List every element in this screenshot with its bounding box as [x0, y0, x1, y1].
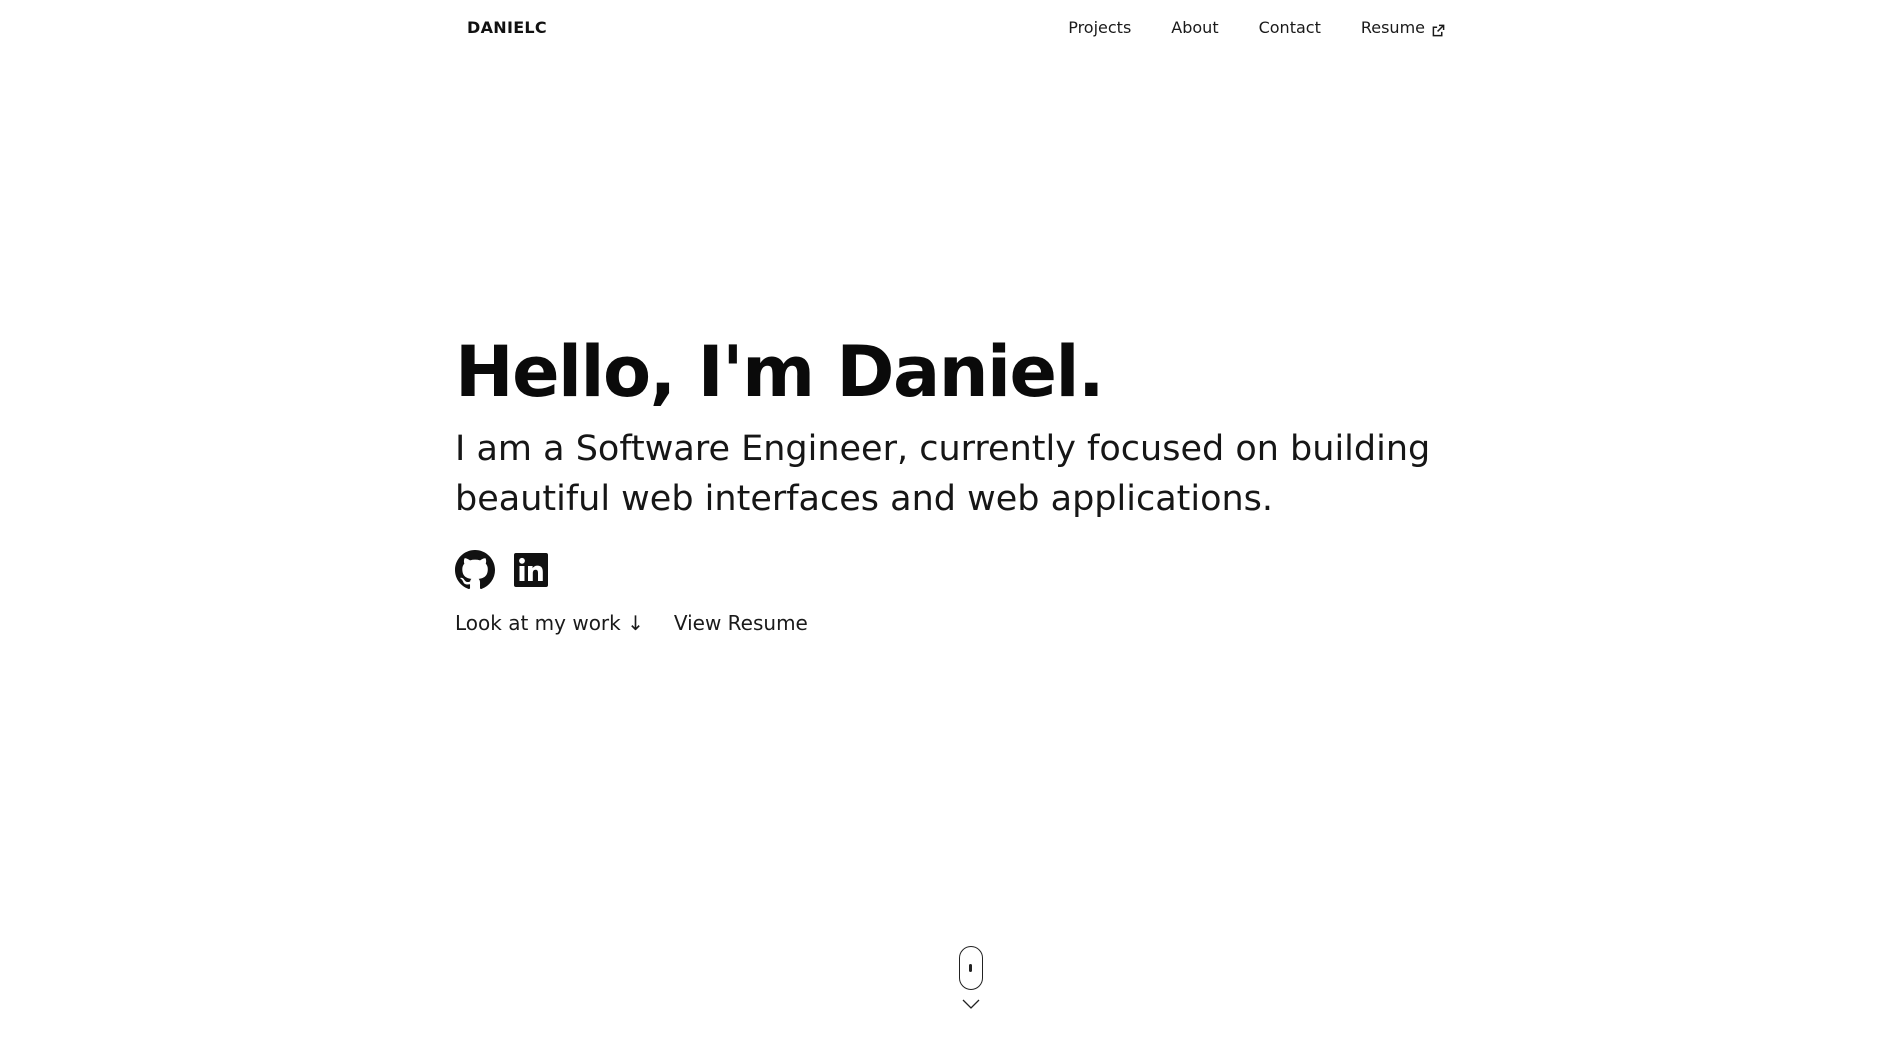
mouse-wheel — [969, 964, 973, 972]
nav-link-projects[interactable]: Projects — [1068, 18, 1131, 38]
hero-title: Hello, I'm Daniel. — [455, 331, 1105, 413]
nav-link-resume[interactable]: Resume — [1361, 18, 1445, 38]
top-navigation: DANIELC Projects About Contact Resume — [0, 0, 1900, 58]
chevron-down-icon — [962, 999, 980, 1009]
github-link[interactable] — [455, 550, 495, 590]
social-links — [455, 550, 1465, 590]
nav-links: Projects About Contact Resume — [1068, 18, 1445, 38]
view-resume-link[interactable]: View Resume — [674, 610, 808, 636]
hero-actions: Look at my work ↓ View Resume — [455, 610, 1465, 636]
hero-section: Hello, I'm Daniel. I am a Software Engin… — [455, 330, 1465, 636]
hero-subtitle: I am a Software Engineer, currently focu… — [455, 429, 1431, 519]
look-at-my-work-link[interactable]: Look at my work ↓ — [455, 610, 644, 636]
linkedin-icon — [514, 553, 548, 587]
scroll-indicator[interactable] — [959, 946, 985, 1016]
linkedin-link[interactable] — [511, 550, 551, 590]
nav-link-contact[interactable]: Contact — [1259, 18, 1321, 38]
mouse-icon — [959, 946, 983, 990]
external-link-icon — [1432, 22, 1445, 36]
github-icon — [455, 550, 495, 590]
nav-link-about[interactable]: About — [1171, 18, 1218, 38]
nav-link-resume-label: Resume — [1360, 18, 1425, 37]
brand-logo[interactable]: DANIELC — [467, 18, 547, 38]
